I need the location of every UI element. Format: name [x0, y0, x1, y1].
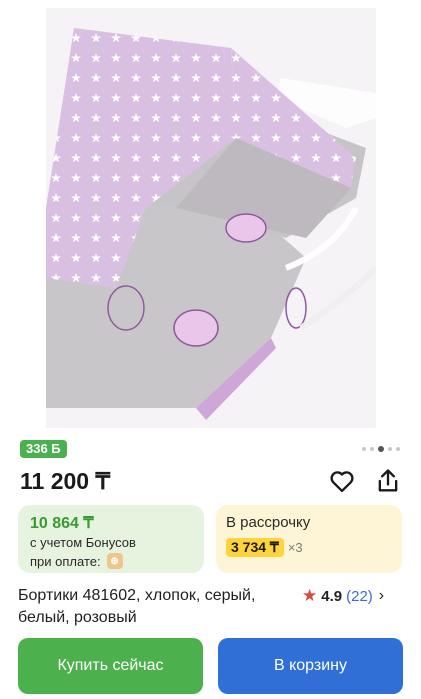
installment-title: В рассрочку	[226, 514, 311, 531]
installment-row: 3 734 ₸ ×3	[226, 538, 303, 557]
bonus-text-line2-row: при оплате: ⊕	[30, 553, 123, 569]
installment-multiplier: ×3	[287, 540, 303, 555]
pagination-dot	[388, 447, 392, 451]
pagination-dot	[396, 447, 400, 451]
installment-amount: 3 734 ₸	[226, 538, 284, 557]
rating-count: (22)	[346, 587, 373, 605]
installment-card[interactable]: В рассрочку 3 734 ₸ ×3	[216, 505, 402, 573]
product-price: 11 200 ₸	[20, 468, 111, 494]
bonus-price-card[interactable]: 10 864 ₸ с учетом Бонусов при оплате: ⊕	[18, 505, 204, 573]
coin-icon: ⊕	[106, 553, 123, 569]
product-image[interactable]	[46, 8, 376, 428]
favorite-button[interactable]	[328, 467, 356, 495]
gallery-pagination	[362, 446, 400, 452]
pagination-dot	[362, 447, 366, 451]
bonus-price: 10 864 ₸	[30, 515, 94, 532]
rating-score: 4.9	[321, 587, 343, 605]
bonus-text-line1: с учетом Бонусов	[30, 535, 136, 550]
share-icon	[378, 469, 398, 492]
chevron-right-icon: ›	[378, 587, 385, 604]
buy-now-button[interactable]: Купить сейчас	[18, 638, 203, 694]
pagination-dot-active	[378, 446, 384, 452]
bonus-badge: 336 Б	[20, 440, 67, 458]
rating-link[interactable]: ★ 4.9 (22) ›	[302, 586, 384, 606]
pagination-dot	[370, 447, 374, 451]
product-title: Бортики 481602, хлопок, серый, белый, ро…	[18, 587, 256, 626]
star-icon: ★	[302, 586, 318, 605]
heart-icon	[330, 471, 354, 493]
share-button[interactable]	[374, 467, 402, 495]
add-to-cart-button[interactable]: В корзину	[218, 638, 403, 694]
bonus-text-line2: при оплате:	[30, 553, 101, 569]
